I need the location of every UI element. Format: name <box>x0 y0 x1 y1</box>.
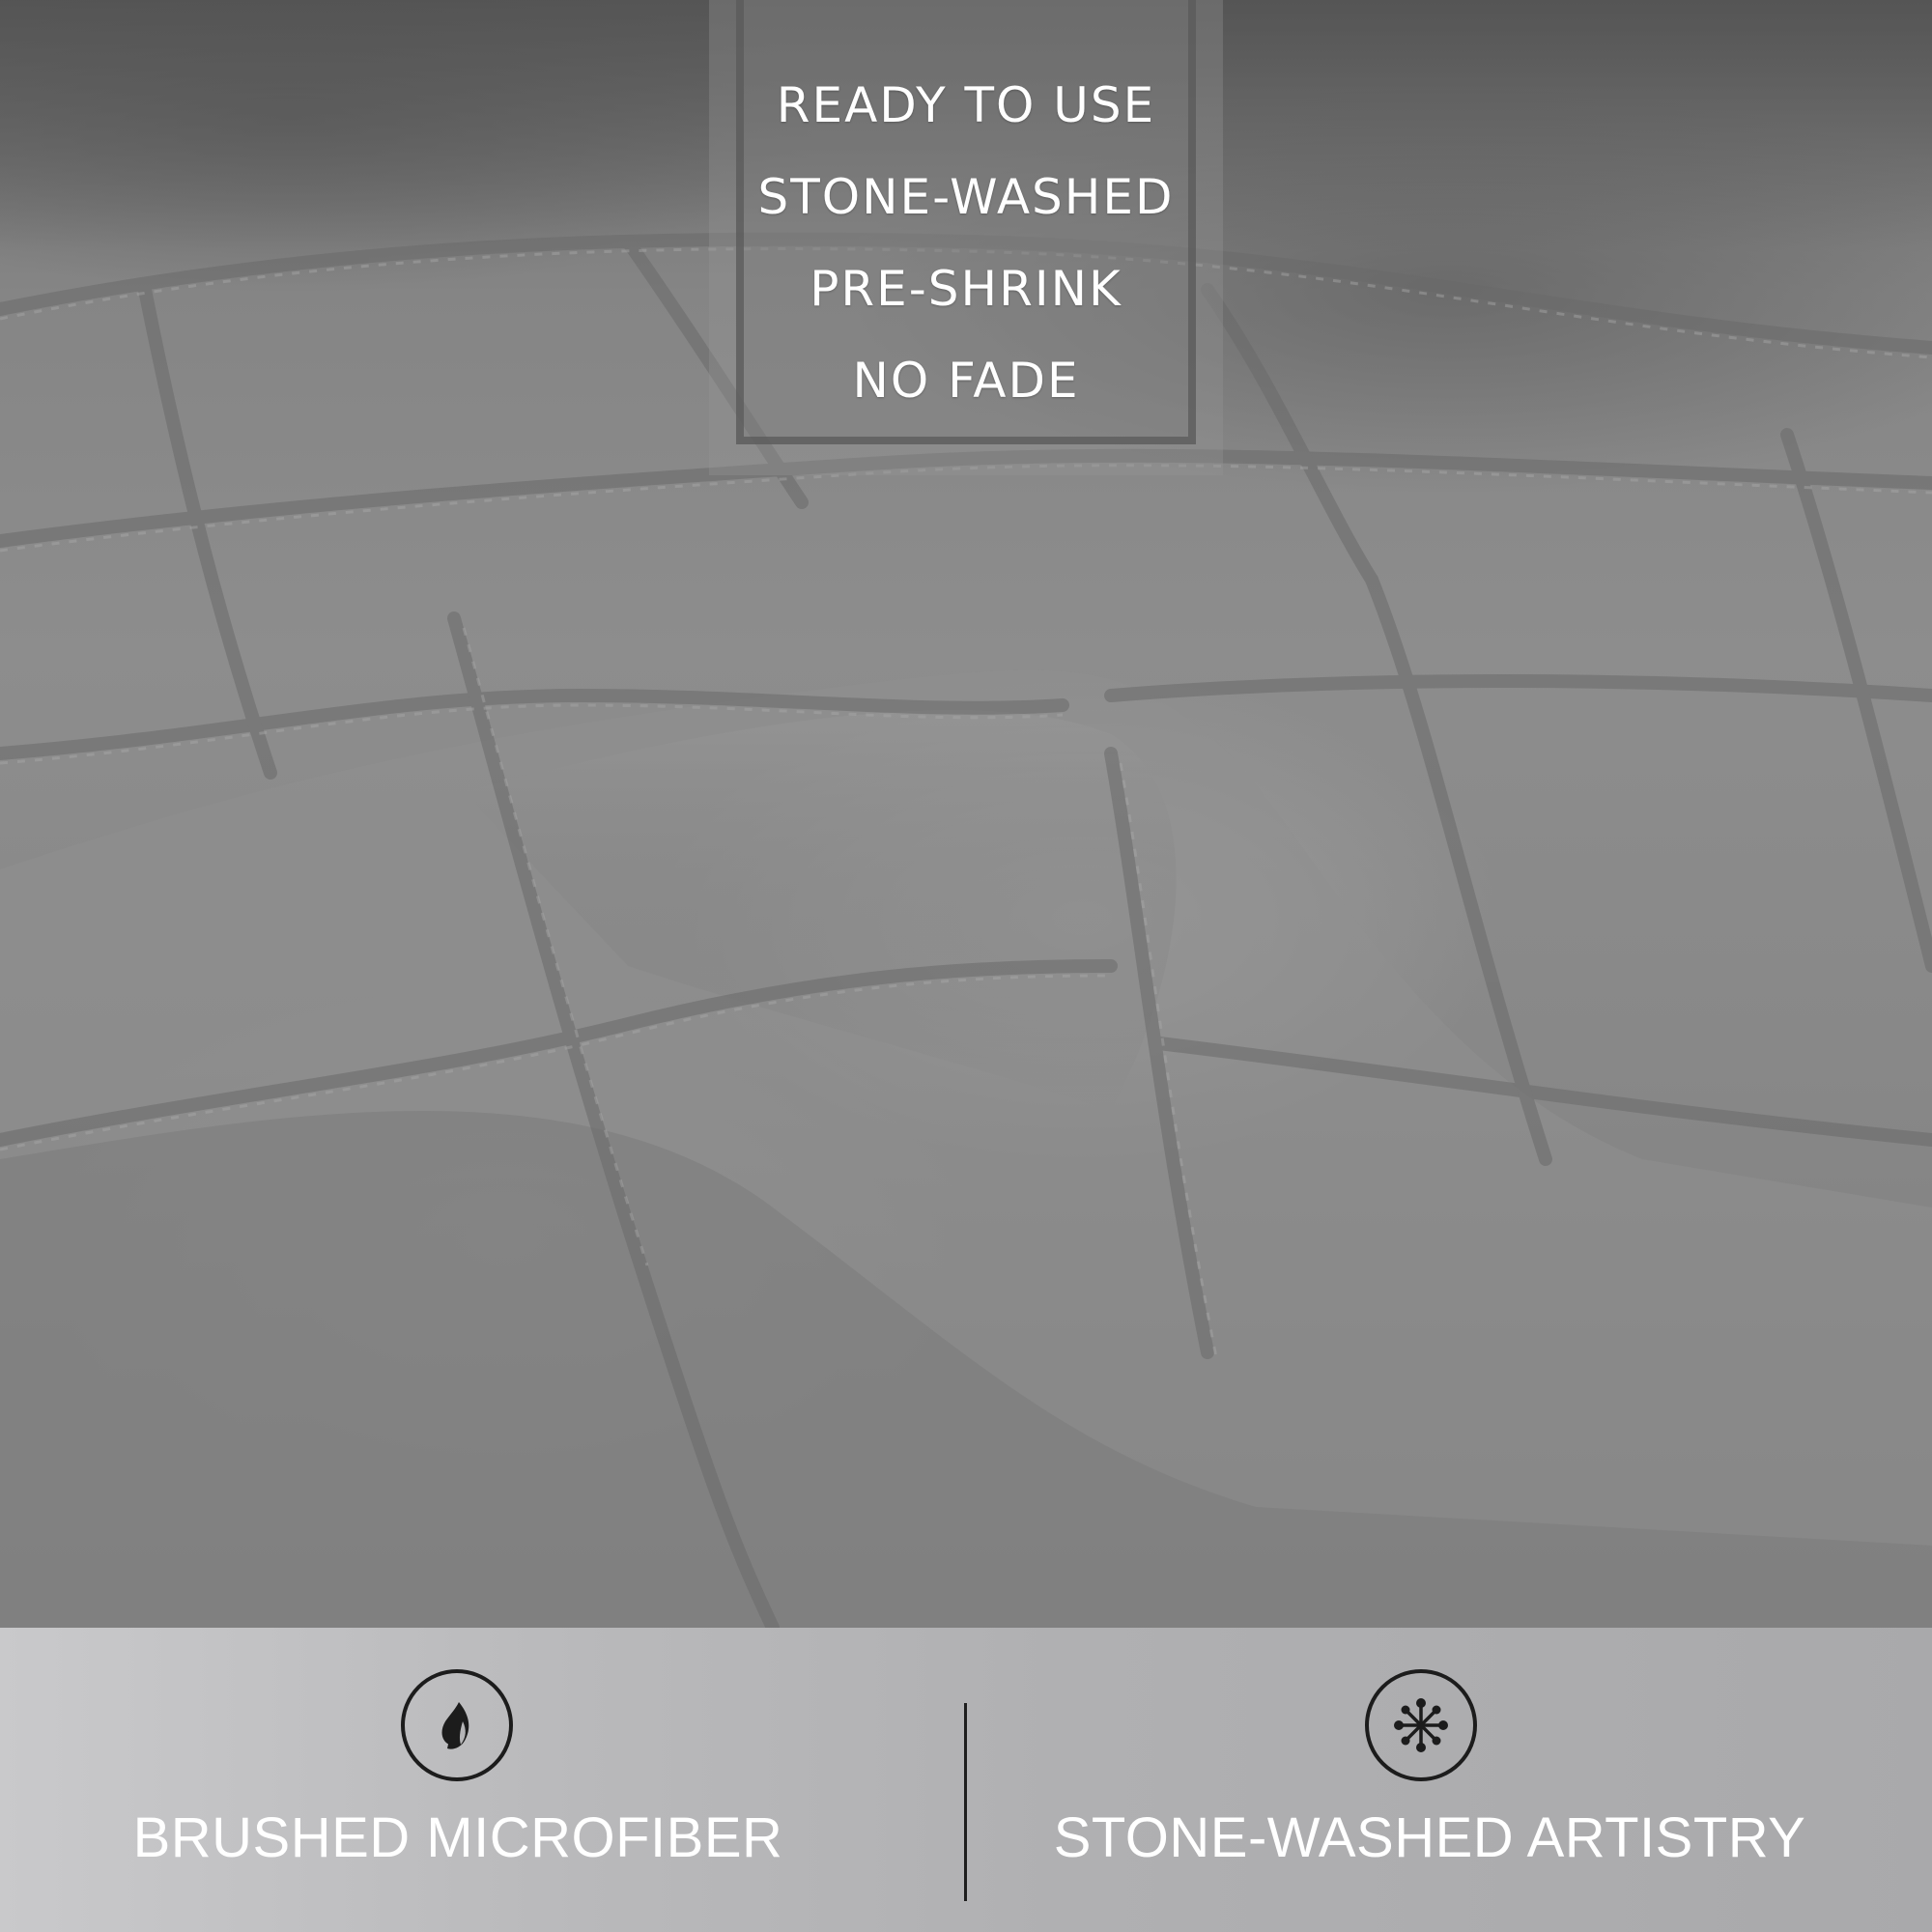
leaf-flame-icon-glyph <box>441 1702 469 1749</box>
feature-item: STONE-WASHED <box>757 169 1175 225</box>
badge-label: BRUSHED MICROFIBER <box>132 1806 783 1869</box>
badge-brushed-microfiber: BRUSHED MICROFIBER <box>0 1628 966 1932</box>
feature-callout-frame: READY TO USE STONE-WASHED PRE-SHRINK NO … <box>736 0 1196 444</box>
quilt-photo: READY TO USE STONE-WASHED PRE-SHRINK NO … <box>0 0 1932 1628</box>
snowflake-icon <box>1365 1669 1477 1781</box>
badge-label: STONE-WASHED ARTISTRY <box>1053 1806 1806 1869</box>
feature-list: READY TO USE STONE-WASHED PRE-SHRINK NO … <box>744 60 1188 427</box>
snowflake-icon-glyph <box>1394 1698 1448 1752</box>
feature-callout-box: READY TO USE STONE-WASHED PRE-SHRINK NO … <box>709 0 1223 475</box>
badge-stone-washed-artistry: STONE-WASHED ARTISTRY <box>966 1628 1932 1932</box>
feature-item: PRE-SHRINK <box>810 261 1122 317</box>
feature-item: READY TO USE <box>776 77 1156 133</box>
feature-item: NO FADE <box>852 353 1080 409</box>
leaf-flame-icon <box>401 1669 513 1781</box>
feature-badges-band: BRUSHED MICROFIBER STONE-WASHED ARTISTRY <box>0 1628 1932 1932</box>
